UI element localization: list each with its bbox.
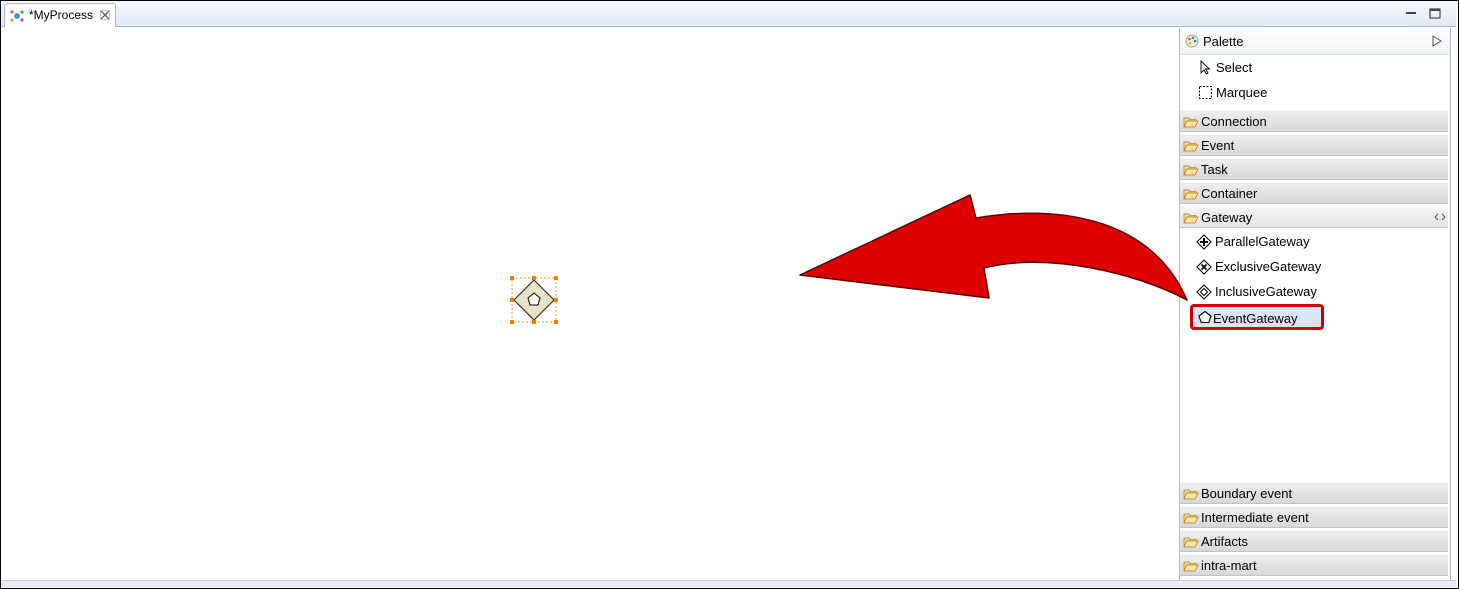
exclusive-gateway-icon bbox=[1196, 259, 1212, 275]
tab-myprocess[interactable]: *MyProcess bbox=[4, 3, 116, 27]
event-gateway-node[interactable] bbox=[509, 275, 559, 325]
tool-marquee[interactable]: Marquee bbox=[1180, 81, 1450, 105]
arrow-pointer-icon bbox=[1200, 60, 1211, 75]
tool-inclusive-gateway[interactable]: InclusiveGateway bbox=[1180, 279, 1450, 304]
drawer-label: Gateway bbox=[1201, 210, 1253, 225]
drawer-label: Artifacts bbox=[1201, 534, 1248, 549]
palette-icon bbox=[1185, 34, 1199, 48]
tool-label: Marquee bbox=[1216, 85, 1268, 100]
tool-exclusive-gateway[interactable]: ExclusiveGateway bbox=[1180, 254, 1450, 279]
drawer-label: Event bbox=[1201, 138, 1235, 153]
drawer-label: Boundary event bbox=[1201, 486, 1293, 501]
pin-drawer-icon[interactable] bbox=[1434, 212, 1446, 222]
tool-label: InclusiveGateway bbox=[1215, 284, 1317, 299]
palette-panel: Palette Select Marquee Connection Event … bbox=[1179, 28, 1451, 580]
close-icon[interactable] bbox=[100, 10, 110, 20]
drawer-event[interactable]: Event bbox=[1180, 134, 1448, 156]
folder-icon bbox=[1183, 561, 1199, 572]
drawer-label: Connection bbox=[1201, 114, 1267, 129]
tab-title: *MyProcess bbox=[29, 8, 94, 22]
marquee-icon bbox=[1199, 86, 1212, 99]
drawer-label: Container bbox=[1201, 186, 1258, 201]
drawer-intra-mart[interactable]: intra-mart bbox=[1180, 554, 1448, 576]
tool-label: ExclusiveGateway bbox=[1215, 259, 1322, 274]
collapse-palette-icon[interactable] bbox=[1432, 35, 1442, 47]
drawer-label: Task bbox=[1201, 162, 1228, 177]
drawer-connection[interactable]: Connection bbox=[1180, 110, 1448, 132]
drawer-label: intra-mart bbox=[1201, 558, 1257, 573]
event-gateway-icon bbox=[1198, 310, 1212, 324]
drawer-gateway[interactable]: Gateway bbox=[1180, 206, 1448, 228]
folder-icon bbox=[1183, 489, 1199, 500]
minimize-icon[interactable] bbox=[1404, 6, 1418, 20]
tool-event-gateway[interactable]: EventGateway bbox=[1190, 304, 1324, 330]
drawer-container[interactable]: Container bbox=[1180, 182, 1448, 204]
folder-icon bbox=[1183, 537, 1199, 548]
folder-icon bbox=[1183, 141, 1199, 152]
tool-label: EventGateway bbox=[1213, 311, 1298, 326]
palette-header: Palette bbox=[1180, 28, 1450, 55]
tool-select[interactable]: Select bbox=[1180, 56, 1450, 80]
status-strip bbox=[1, 580, 1456, 587]
drawer-task[interactable]: Task bbox=[1180, 158, 1448, 180]
annotation-arrow bbox=[799, 194, 1188, 301]
tool-label: Select bbox=[1216, 60, 1253, 75]
palette-title: Palette bbox=[1203, 34, 1244, 49]
folder-icon bbox=[1183, 165, 1199, 176]
drawer-boundary-event[interactable]: Boundary event bbox=[1180, 482, 1448, 504]
maximize-icon[interactable] bbox=[1428, 6, 1442, 20]
drawer-label: Intermediate event bbox=[1201, 510, 1309, 525]
tool-label: ParallelGateway bbox=[1215, 234, 1310, 249]
tool-parallel-gateway[interactable]: ParallelGateway bbox=[1180, 229, 1450, 254]
process-file-icon bbox=[10, 10, 24, 22]
drawer-artifacts[interactable]: Artifacts bbox=[1180, 530, 1448, 552]
drawer-intermediate-event[interactable]: Intermediate event bbox=[1180, 506, 1448, 528]
parallel-gateway-icon bbox=[1196, 234, 1212, 250]
inclusive-gateway-icon bbox=[1196, 284, 1212, 300]
folder-icon bbox=[1183, 513, 1199, 524]
editor-tab-bar: *MyProcess bbox=[1, 1, 1456, 27]
folder-icon bbox=[1183, 117, 1199, 128]
